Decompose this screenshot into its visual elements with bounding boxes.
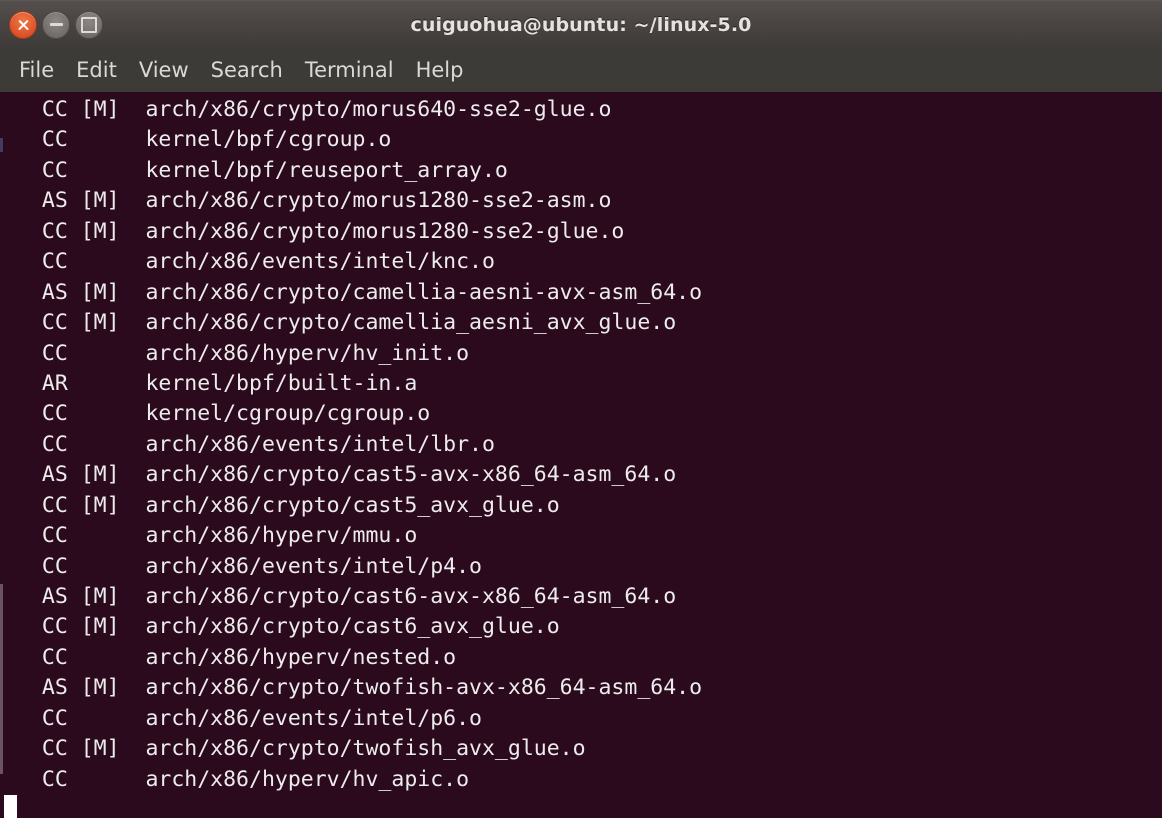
terminal-line-list: CC [M] arch/x86/crypto/morus640-sse2-glu… xyxy=(0,94,1162,795)
menu-bar: File Edit View Search Terminal Help xyxy=(0,48,1162,92)
minimize-button[interactable] xyxy=(42,10,70,39)
menu-item-help[interactable]: Help xyxy=(405,58,475,83)
terminal-line: CC [M] arch/x86/crypto/cast6_avx_glue.o xyxy=(16,614,560,640)
terminal-line: CC [M] arch/x86/crypto/morus1280-sse2-gl… xyxy=(16,218,625,244)
terminal-line: AR kernel/bpf/built-in.a xyxy=(16,370,418,396)
menu-item-search[interactable]: Search xyxy=(200,58,294,83)
window-controls xyxy=(0,10,103,39)
terminal-window: cuiguohua@ubuntu: ~/linux-5.0 File Edit … xyxy=(0,0,1162,818)
menu-item-terminal[interactable]: Terminal xyxy=(294,58,405,83)
terminal-line: CC arch/x86/events/intel/p4.o xyxy=(16,553,482,579)
terminal-line: CC arch/x86/events/intel/lbr.o xyxy=(16,431,495,457)
terminal-line: CC arch/x86/events/intel/p6.o xyxy=(16,705,482,731)
title-bar[interactable]: cuiguohua@ubuntu: ~/linux-5.0 xyxy=(0,0,1162,48)
menu-item-edit[interactable]: Edit xyxy=(65,58,128,83)
close-button[interactable] xyxy=(9,10,37,39)
terminal-line: CC kernel/bpf/cgroup.o xyxy=(16,127,392,153)
menu-item-file[interactable]: File xyxy=(8,58,65,83)
terminal-line: AS [M] arch/x86/crypto/cast5-avx-x86_64-… xyxy=(16,462,677,488)
terminal-line: AS [M] arch/x86/crypto/morus1280-sse2-as… xyxy=(16,188,612,214)
terminal-line: AS [M] arch/x86/crypto/camellia-aesni-av… xyxy=(16,279,703,305)
terminal-line: AS [M] arch/x86/crypto/twofish-avx-x86_6… xyxy=(16,675,703,701)
terminal-line: CC [M] arch/x86/crypto/morus640-sse2-glu… xyxy=(16,97,612,122)
terminal-line: CC [M] arch/x86/crypto/camellia_aesni_av… xyxy=(16,310,677,336)
terminal-cursor xyxy=(4,795,17,818)
maximize-button[interactable] xyxy=(75,10,103,39)
terminal-line: CC arch/x86/hyperv/nested.o xyxy=(16,644,457,670)
terminal-line: CC arch/x86/hyperv/hv_init.o xyxy=(16,340,470,366)
close-icon xyxy=(17,18,30,31)
terminal-line: CC [M] arch/x86/crypto/cast5_avx_glue.o xyxy=(16,492,560,518)
minimize-icon xyxy=(49,23,63,26)
window-title: cuiguohua@ubuntu: ~/linux-5.0 xyxy=(410,13,752,36)
maximize-icon xyxy=(81,16,97,33)
terminal-output-area[interactable]: CC [M] arch/x86/crypto/morus640-sse2-glu… xyxy=(0,92,1162,818)
terminal-line: CC arch/x86/hyperv/mmu.o xyxy=(16,523,418,549)
menu-item-view[interactable]: View xyxy=(128,58,200,83)
terminal-line: CC kernel/bpf/reuseport_array.o xyxy=(16,157,508,183)
terminal-line: CC arch/x86/hyperv/hv_apic.o xyxy=(16,766,470,792)
terminal-line: AS [M] arch/x86/crypto/cast6-avx-x86_64-… xyxy=(16,584,677,609)
terminal-line: CC kernel/cgroup/cgroup.o xyxy=(16,401,431,427)
terminal-line: CC [M] arch/x86/crypto/twofish_avx_glue.… xyxy=(16,736,586,762)
terminal-line: CC arch/x86/events/intel/knc.o xyxy=(16,249,495,275)
